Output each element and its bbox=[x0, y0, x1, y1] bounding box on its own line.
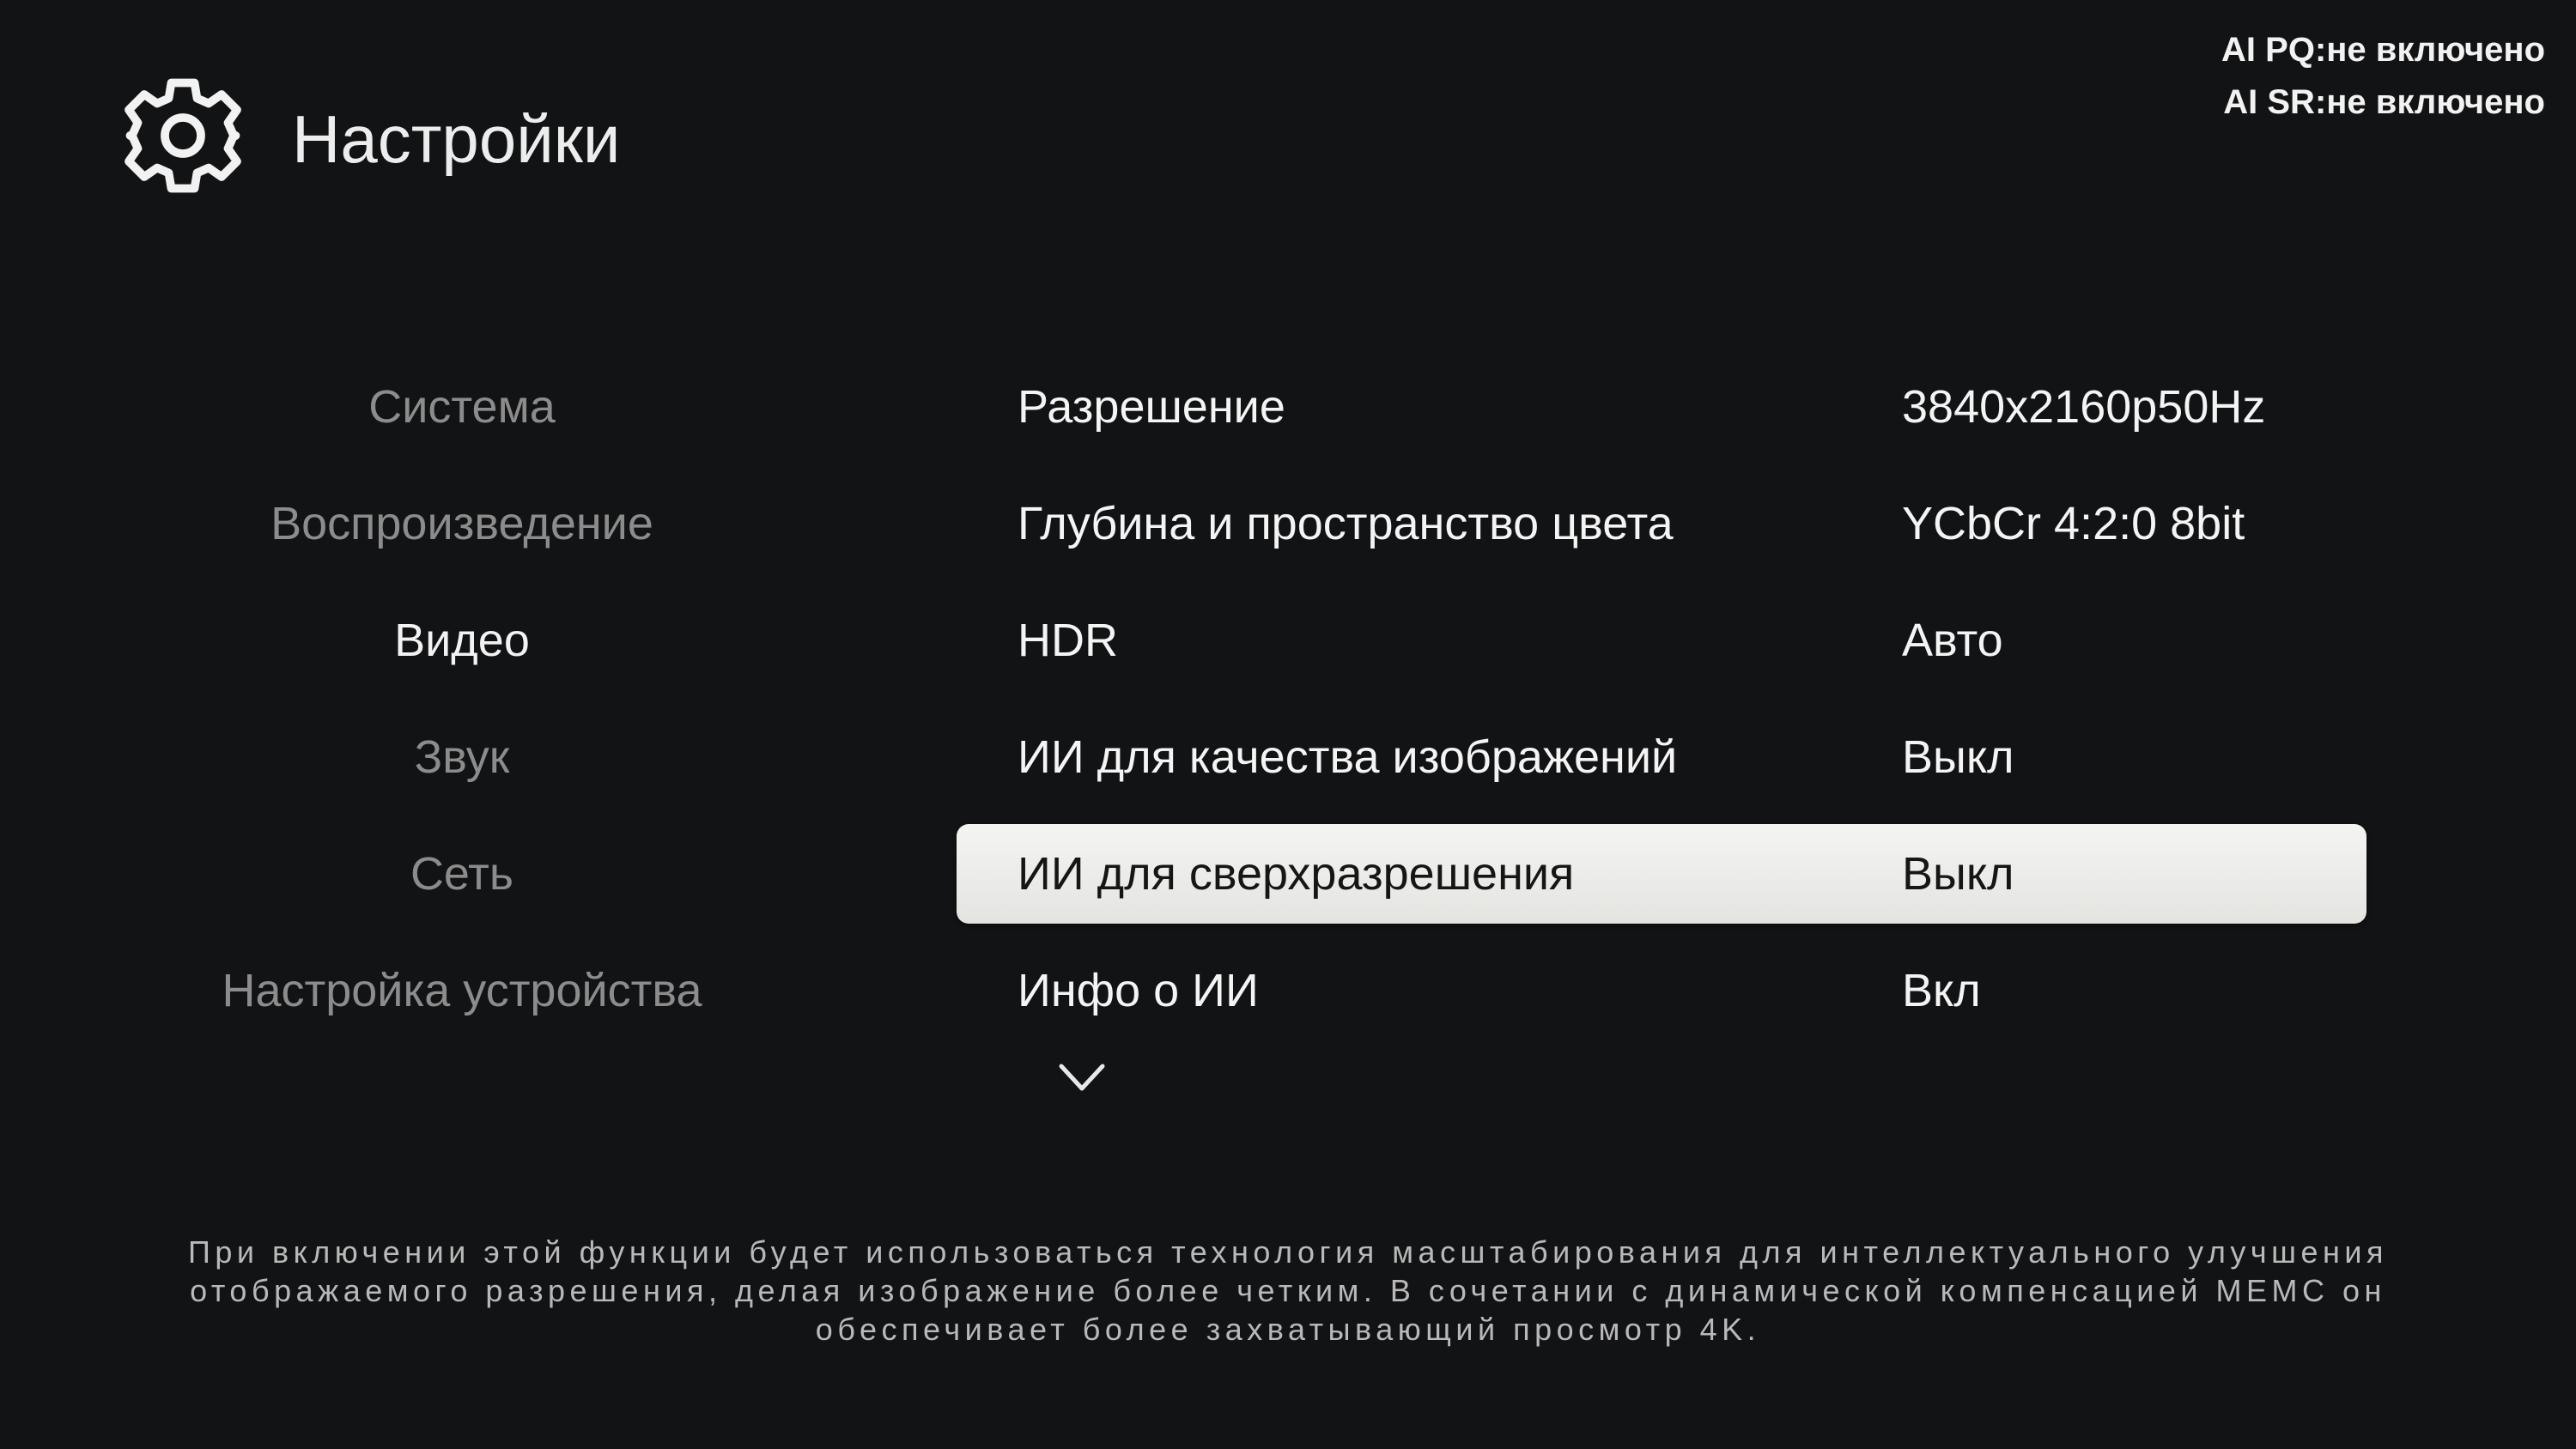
option-resolution[interactable]: Разрешение 3840x2160p50Hz bbox=[957, 359, 2366, 476]
option-label: Разрешение bbox=[1018, 381, 1285, 433]
category-video[interactable]: Видео bbox=[120, 592, 804, 709]
option-hdr[interactable]: HDR Авто bbox=[957, 592, 2366, 709]
option-value: YCbCr 4:2:0 8bit bbox=[1902, 498, 2245, 549]
option-label: ИИ для сверхразрешения bbox=[1018, 848, 1575, 900]
option-ai-info[interactable]: Инфо о ИИ Вкл bbox=[957, 943, 2366, 1059]
category-system[interactable]: Система bbox=[120, 359, 804, 476]
option-color-depth-space[interactable]: Глубина и пространство цвета YCbCr 4:2:0… bbox=[957, 476, 2366, 592]
option-value: Вкл bbox=[1902, 965, 1981, 1016]
option-value: Выкл bbox=[1902, 731, 2014, 783]
category-network[interactable]: Сеть bbox=[120, 826, 804, 943]
category-menu: Система Воспроизведение Видео Звук Сеть … bbox=[120, 359, 804, 1059]
page-title: Настройки bbox=[292, 101, 621, 177]
gear-icon bbox=[125, 78, 241, 193]
option-value: Авто bbox=[1902, 615, 2003, 666]
category-sound[interactable]: Звук bbox=[120, 709, 804, 826]
option-ai-super-resolution[interactable]: ИИ для сверхразрешения Выкл bbox=[957, 824, 2366, 924]
option-ai-picture-quality[interactable]: ИИ для качества изображений Выкл bbox=[957, 709, 2366, 826]
option-value: Выкл bbox=[1902, 848, 2014, 900]
option-label: Глубина и пространство цвета bbox=[1018, 498, 1674, 549]
chevron-down-icon[interactable] bbox=[1058, 1061, 1106, 1095]
settings-screen: Настройки AI PQ:не включено AI SR:не вкл… bbox=[0, 0, 2576, 1449]
option-description: При включении этой функции будет использ… bbox=[187, 1234, 2389, 1347]
option-value: 3840x2160p50Hz bbox=[1902, 381, 2266, 433]
ai-pq-status: AI PQ:не включено bbox=[2221, 31, 2545, 69]
category-device-settings[interactable]: Настройка устройства bbox=[120, 943, 804, 1059]
option-label: HDR bbox=[1018, 615, 1118, 666]
video-options-list: Разрешение 3840x2160p50Hz Глубина и прос… bbox=[957, 359, 2366, 1059]
ai-sr-status: AI SR:не включено bbox=[2223, 83, 2545, 121]
ai-status-panel: AI PQ:не включено AI SR:не включено bbox=[2221, 24, 2545, 129]
option-label: ИИ для качества изображений bbox=[1018, 731, 1678, 783]
category-playback[interactable]: Воспроизведение bbox=[120, 476, 804, 592]
option-label: Инфо о ИИ bbox=[1018, 965, 1259, 1016]
